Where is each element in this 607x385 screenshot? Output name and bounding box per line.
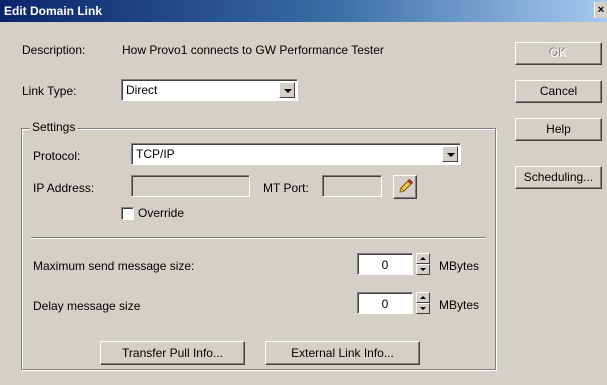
protocol-value: TCP/IP xyxy=(136,147,175,161)
ok-label: OK xyxy=(549,46,568,60)
max-send-size-input[interactable]: 0 xyxy=(357,253,413,275)
window-title: Edit Domain Link xyxy=(4,4,103,18)
chevron-down-icon[interactable] xyxy=(442,146,458,162)
settings-group-label: Settings xyxy=(30,120,78,134)
cancel-label: Cancel xyxy=(539,84,578,98)
pencil-icon xyxy=(399,178,414,193)
delay-message-size-label: Delay message size xyxy=(33,299,141,313)
help-label: Help xyxy=(546,122,571,136)
ip-address-field[interactable] xyxy=(131,175,250,197)
cancel-button[interactable]: Cancel xyxy=(515,80,602,103)
protocol-label: Protocol: xyxy=(33,149,81,163)
description-value: How Provo1 connects to GW Performance Te… xyxy=(122,43,384,57)
help-button[interactable]: Help xyxy=(515,118,602,141)
external-link-info-button[interactable]: External Link Info... xyxy=(265,341,420,365)
spin-down-icon[interactable] xyxy=(416,264,430,275)
external-link-info-label: External Link Info... xyxy=(291,346,394,360)
max-send-size-spinner[interactable] xyxy=(416,253,430,275)
transfer-pull-info-button[interactable]: Transfer Pull Info... xyxy=(100,341,245,365)
override-label: Override xyxy=(138,206,185,220)
ok-button[interactable]: OK xyxy=(515,42,602,65)
edit-domain-link-dialog: Edit Domain Link × Description: How Prov… xyxy=(0,0,607,385)
mt-port-field[interactable] xyxy=(322,175,382,197)
delay-message-size-value: 0 xyxy=(381,297,389,311)
chevron-down-icon[interactable] xyxy=(279,82,295,98)
delay-unit: MBytes xyxy=(439,298,480,312)
mt-port-label: MT Port: xyxy=(263,181,309,195)
protocol-select[interactable]: TCP/IP xyxy=(131,143,461,165)
delay-message-size-spinner[interactable] xyxy=(416,292,430,314)
link-type-value: Direct xyxy=(126,83,158,97)
spin-up-icon[interactable] xyxy=(416,253,430,264)
max-send-unit: MBytes xyxy=(439,259,480,273)
ip-address-label: IP Address: xyxy=(33,181,95,195)
link-type-select[interactable]: Direct xyxy=(121,79,298,101)
link-type-label: Link Type: xyxy=(22,84,77,98)
scheduling-button[interactable]: Scheduling... xyxy=(515,166,602,189)
delay-message-size-input[interactable]: 0 xyxy=(357,292,413,314)
edit-port-button[interactable] xyxy=(393,175,417,199)
max-send-size-value: 0 xyxy=(381,258,389,272)
transfer-pull-info-label: Transfer Pull Info... xyxy=(122,346,223,360)
close-icon[interactable]: × xyxy=(594,2,607,18)
description-label: Description: xyxy=(22,43,86,57)
spin-down-icon[interactable] xyxy=(416,303,430,314)
spin-up-icon[interactable] xyxy=(416,292,430,303)
settings-divider xyxy=(31,237,486,239)
override-checkbox[interactable] xyxy=(121,207,134,220)
title-bar: Edit Domain Link × xyxy=(0,0,607,22)
scheduling-label: Scheduling... xyxy=(523,170,594,184)
max-send-size-label: Maximum send message size: xyxy=(33,259,195,273)
